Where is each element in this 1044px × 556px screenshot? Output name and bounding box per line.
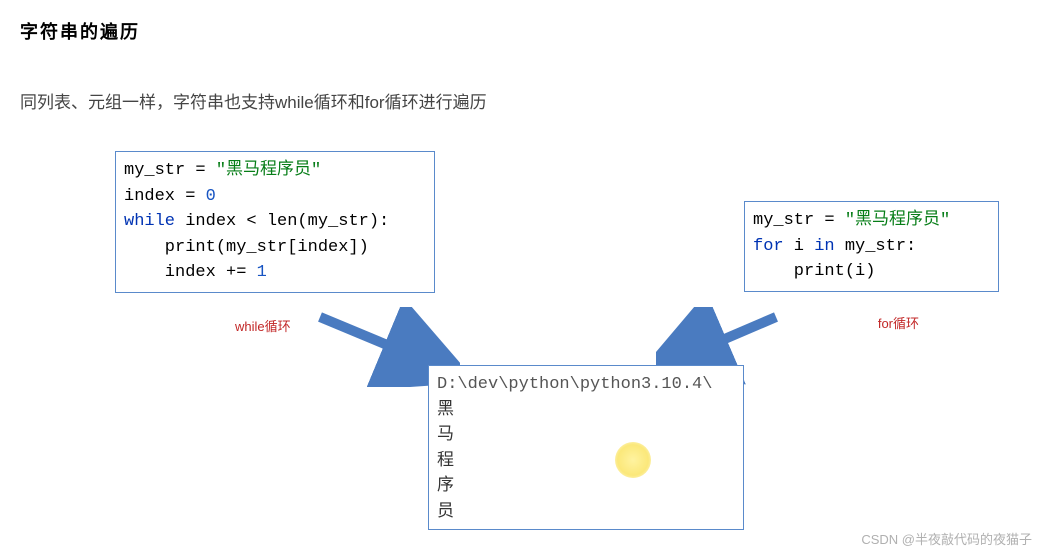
diagram-area: my_str = "黑马程序员" index = 0 while index <… — [20, 151, 1024, 551]
code-text: my_str = — [753, 211, 845, 230]
code-number: 0 — [206, 187, 216, 206]
code-string: "黑马程序员" — [845, 211, 950, 230]
caption-for: for循环 — [878, 313, 919, 332]
watermark-text: CSDN @半夜敲代码的夜猫子 — [861, 529, 1032, 548]
code-text: i — [784, 237, 815, 256]
code-while-box: my_str = "黑马程序员" index = 0 while index <… — [115, 151, 435, 293]
code-keyword: for — [753, 237, 784, 256]
output-line: 程 — [437, 452, 454, 471]
code-text: index += — [124, 263, 257, 282]
code-text: my_str = — [124, 161, 216, 180]
code-text: index = — [124, 187, 206, 206]
code-number: 1 — [257, 263, 267, 282]
output-path: D:\dev\python\python3.10.4\ — [437, 375, 712, 394]
code-text: print(i) — [753, 262, 875, 281]
cursor-highlight-icon — [615, 442, 651, 478]
output-box: D:\dev\python\python3.10.4\ 黑 马 程 序 员 — [428, 365, 744, 530]
intro-text: 同列表、元组一样，字符串也支持while循环和for循环进行遍历 — [20, 88, 1024, 113]
code-text: print(my_str[index]) — [124, 238, 369, 257]
output-line: 员 — [437, 503, 454, 522]
code-keyword: while — [124, 212, 175, 231]
code-keyword: in — [814, 237, 834, 256]
code-text: my_str: — [835, 237, 917, 256]
output-line: 马 — [437, 426, 454, 445]
caption-while: while循环 — [235, 316, 291, 335]
heading-title: 字符串的遍历 — [20, 18, 1024, 44]
code-for-box: my_str = "黑马程序员" for i in my_str: print(… — [744, 201, 999, 292]
output-line: 黑 — [437, 401, 454, 420]
code-text: index < len(my_str): — [175, 212, 389, 231]
code-string: "黑马程序员" — [216, 161, 321, 180]
output-line: 序 — [437, 477, 454, 496]
